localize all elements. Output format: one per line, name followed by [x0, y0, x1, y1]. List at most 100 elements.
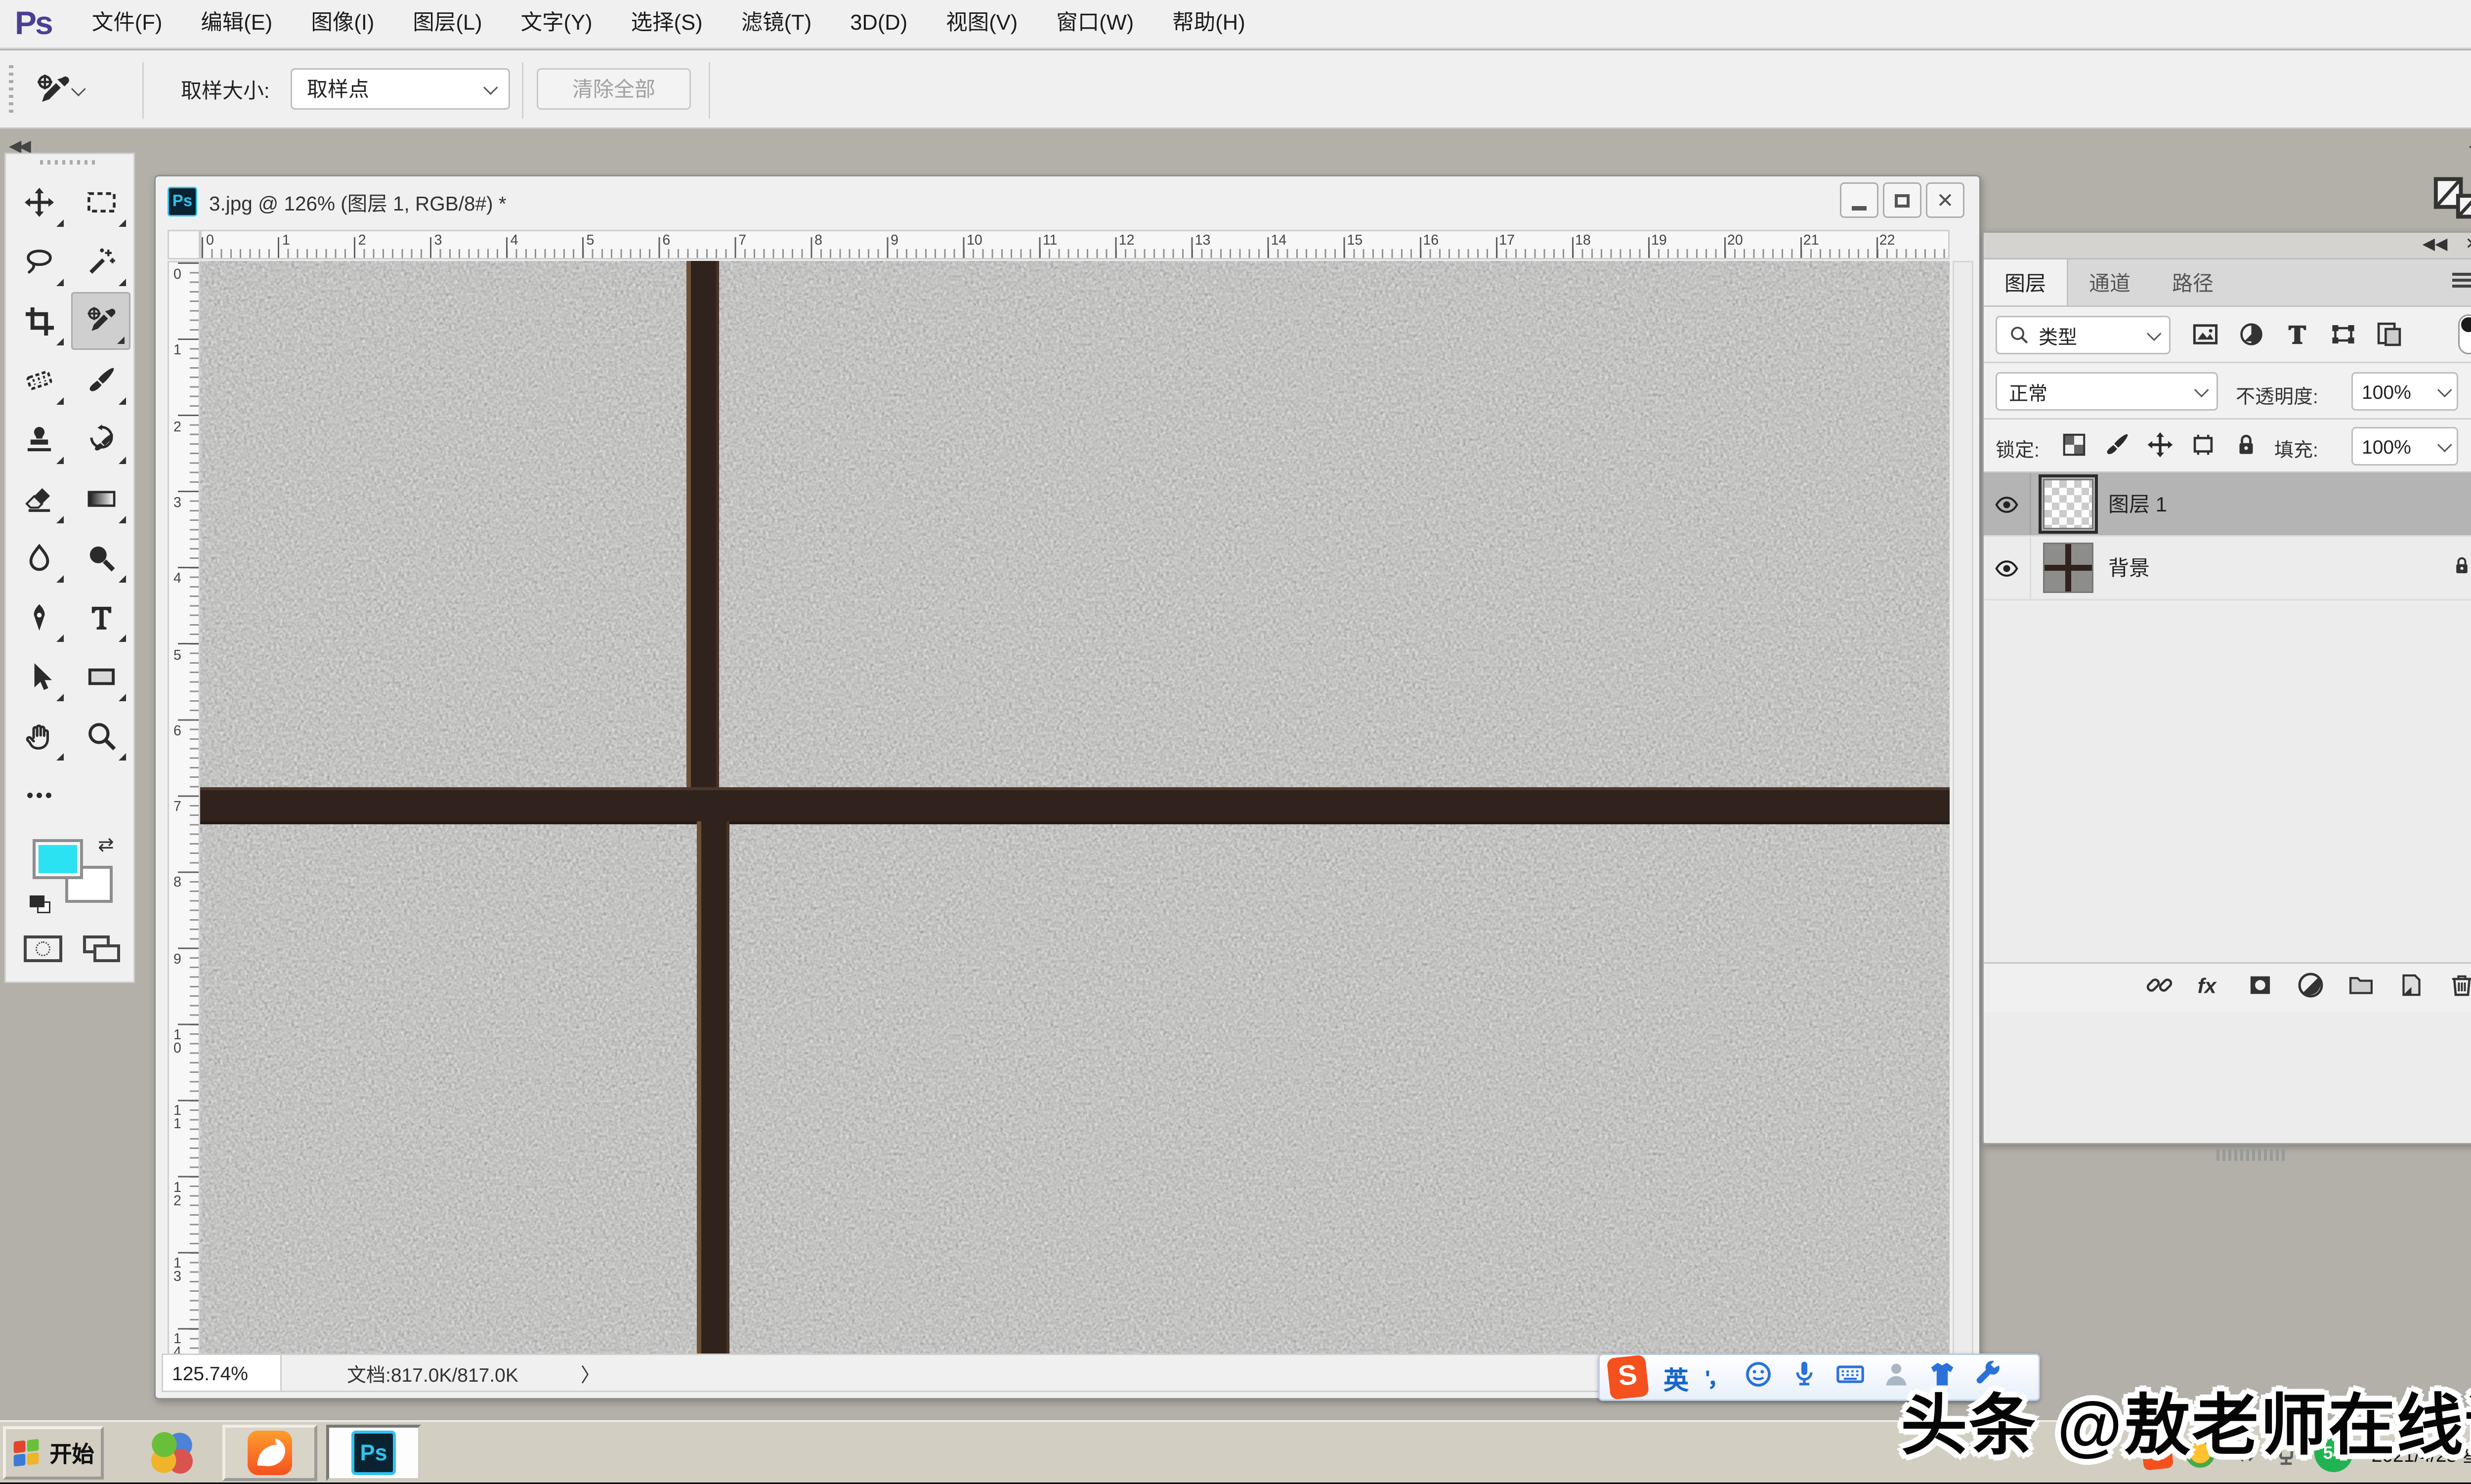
history-brush-tool[interactable] — [71, 411, 130, 468]
panel-menu-icon[interactable] — [2452, 273, 2471, 291]
menu-item-h[interactable]: 帮助(H) — [1153, 0, 1264, 48]
close-panel-icon[interactable]: ✕ — [2465, 234, 2471, 254]
ime-language-toggle[interactable]: 英 — [1663, 1359, 1689, 1396]
zoom-level-field[interactable]: 125.74% — [163, 1355, 282, 1391]
lock-pixels-button[interactable] — [2104, 431, 2130, 466]
fill-dropdown[interactable]: 100% — [2351, 427, 2458, 466]
delete-layer-button[interactable] — [2448, 971, 2471, 1006]
pixel-layer-filter-button[interactable] — [2191, 320, 2219, 356]
new-layer-button[interactable] — [2397, 971, 2426, 1006]
zoom-tool[interactable] — [71, 707, 130, 765]
layer-style-fx-button[interactable] — [2196, 971, 2224, 1006]
menu-item-v[interactable]: 视图(V) — [927, 0, 1037, 48]
collapse-panel-icon[interactable]: ◀◀ — [2423, 234, 2448, 254]
vertical-ruler[interactable]: 01234567891 01 11 21 31 4 — [168, 261, 200, 1355]
quick-mask-mode-button[interactable] — [24, 935, 62, 962]
menu-item-f[interactable]: 文件(F) — [73, 0, 182, 48]
add-mask-button[interactable] — [2246, 971, 2274, 1006]
taskbar-photoshop[interactable]: Ps — [326, 1425, 421, 1481]
ime-punctuation-toggle[interactable]: '， — [1705, 1362, 1727, 1393]
new-adjustment-button[interactable] — [2297, 971, 2325, 1006]
layer-name[interactable]: 背景 — [2108, 553, 2150, 583]
foreground-color-swatch[interactable] — [33, 839, 83, 879]
layer-thumbnail[interactable] — [2043, 479, 2093, 529]
patch-tool[interactable] — [9, 351, 68, 409]
type-tool[interactable] — [71, 589, 130, 646]
default-colors-icon[interactable] — [30, 895, 53, 915]
lasso-tool[interactable] — [9, 233, 68, 291]
type-layer-filter-button[interactable] — [2283, 320, 2311, 356]
brush-tool[interactable] — [71, 351, 130, 409]
layer-thumbnail[interactable] — [2043, 543, 2093, 593]
doc-minimize-button[interactable] — [1840, 182, 1878, 218]
lock-position-button[interactable] — [2147, 431, 2173, 466]
menu-item-t[interactable]: 滤镜(T) — [722, 0, 831, 48]
blur-tool[interactable] — [9, 529, 68, 587]
ruler-corner[interactable] — [168, 230, 200, 259]
move-tool[interactable] — [9, 173, 68, 231]
ime-emoji-smiley-button[interactable] — [1743, 1359, 1773, 1396]
doc-maximize-button[interactable] — [1883, 182, 1921, 218]
arrange-documents-icon[interactable] — [2431, 175, 2471, 219]
shape-layer-filter-button[interactable] — [2329, 320, 2357, 356]
panel-resize-grip[interactable] — [2217, 1149, 2285, 1161]
current-tool-button[interactable] — [36, 65, 104, 116]
filter-type-dropdown[interactable]: 类型 — [1996, 316, 2171, 354]
clone-stamp-tool[interactable] — [9, 411, 68, 468]
vertical-scrollbar[interactable] — [1953, 261, 1973, 1355]
tab-通道[interactable]: 通道 — [2068, 259, 2151, 305]
quick-launch-app-icon[interactable] — [142, 1426, 202, 1480]
visibility-toggle[interactable] — [1984, 473, 2031, 535]
opacity-dropdown[interactable]: 100% — [2351, 372, 2458, 411]
visibility-toggle[interactable] — [1984, 537, 2031, 599]
collapse-panel-dock-icon[interactable]: ◀◀ — [2469, 136, 2471, 156]
start-button[interactable]: 开始 — [3, 1426, 104, 1480]
blend-mode-dropdown[interactable]: 正常 — [1996, 372, 2218, 411]
path-select-tool[interactable] — [9, 648, 68, 706]
tab-路径[interactable]: 路径 — [2151, 259, 2234, 305]
shape-tool[interactable] — [71, 648, 130, 706]
toolbar-grip[interactable] — [40, 160, 99, 165]
menu-item-e[interactable]: 编辑(E) — [181, 0, 292, 48]
dodge-tool[interactable] — [71, 529, 130, 587]
magic-wand-tool[interactable] — [71, 233, 130, 291]
smart-object-filter-button[interactable] — [2375, 320, 2403, 356]
lock-transparency-button[interactable] — [2061, 431, 2088, 466]
gradient-tool[interactable] — [71, 470, 130, 528]
sample-size-dropdown[interactable]: 取样点 — [291, 68, 510, 110]
menu-item-s[interactable]: 选择(S) — [612, 0, 722, 48]
adjustment-layer-filter-button[interactable] — [2237, 320, 2265, 356]
status-expand-arrow[interactable]: 〉 — [581, 1359, 600, 1387]
screen-mode-button[interactable] — [83, 935, 122, 962]
lock-artboard-button[interactable] — [2190, 431, 2216, 466]
document-titlebar[interactable]: Ps 3.jpg @ 126% (图层 1, RGB/8#) * ✕ — [156, 176, 1979, 227]
layer-row-图层 1[interactable]: 图层 1 — [1984, 473, 2471, 537]
crop-tool[interactable] — [9, 292, 68, 350]
horizontal-ruler[interactable]: 01234567891011121314151617181920212223 — [200, 230, 1950, 259]
link-layers-button[interactable] — [2145, 971, 2173, 1006]
ime-microphone-button[interactable] — [1789, 1359, 1819, 1396]
lock-all-button[interactable] — [2233, 431, 2259, 466]
ime-keyboard-button[interactable] — [1835, 1359, 1865, 1396]
filter-toggle-switch[interactable] — [2458, 314, 2471, 354]
hand-tool[interactable] — [9, 707, 68, 765]
eraser-tool[interactable] — [9, 470, 68, 528]
options-grip[interactable] — [9, 65, 13, 116]
doc-close-button[interactable]: ✕ — [1926, 182, 1964, 218]
menu-item-y[interactable]: 文字(Y) — [502, 0, 612, 48]
menu-item-i[interactable]: 图像(I) — [292, 0, 393, 48]
menu-item-w[interactable]: 窗口(W) — [1037, 0, 1153, 48]
menu-item-l[interactable]: 图层(L) — [393, 0, 501, 48]
taskbar-uc-browser[interactable] — [222, 1425, 317, 1481]
layer-row-背景[interactable]: 背景 — [1984, 537, 2471, 600]
new-group-button[interactable] — [2347, 971, 2375, 1006]
layers-panel-header[interactable]: ◀◀ ✕ — [1984, 233, 2471, 259]
more-tool[interactable] — [9, 766, 68, 824]
menu-item-dd[interactable]: 3D(D) — [831, 0, 927, 48]
tab-图层[interactable]: 图层 — [1984, 259, 2068, 305]
pen-tool[interactable] — [9, 589, 68, 646]
sogou-logo-icon[interactable]: S — [1607, 1355, 1649, 1400]
clear-all-button[interactable]: 清除全部 — [537, 68, 691, 110]
marquee-tool[interactable] — [71, 173, 130, 231]
layer-name[interactable]: 图层 1 — [2108, 489, 2167, 519]
